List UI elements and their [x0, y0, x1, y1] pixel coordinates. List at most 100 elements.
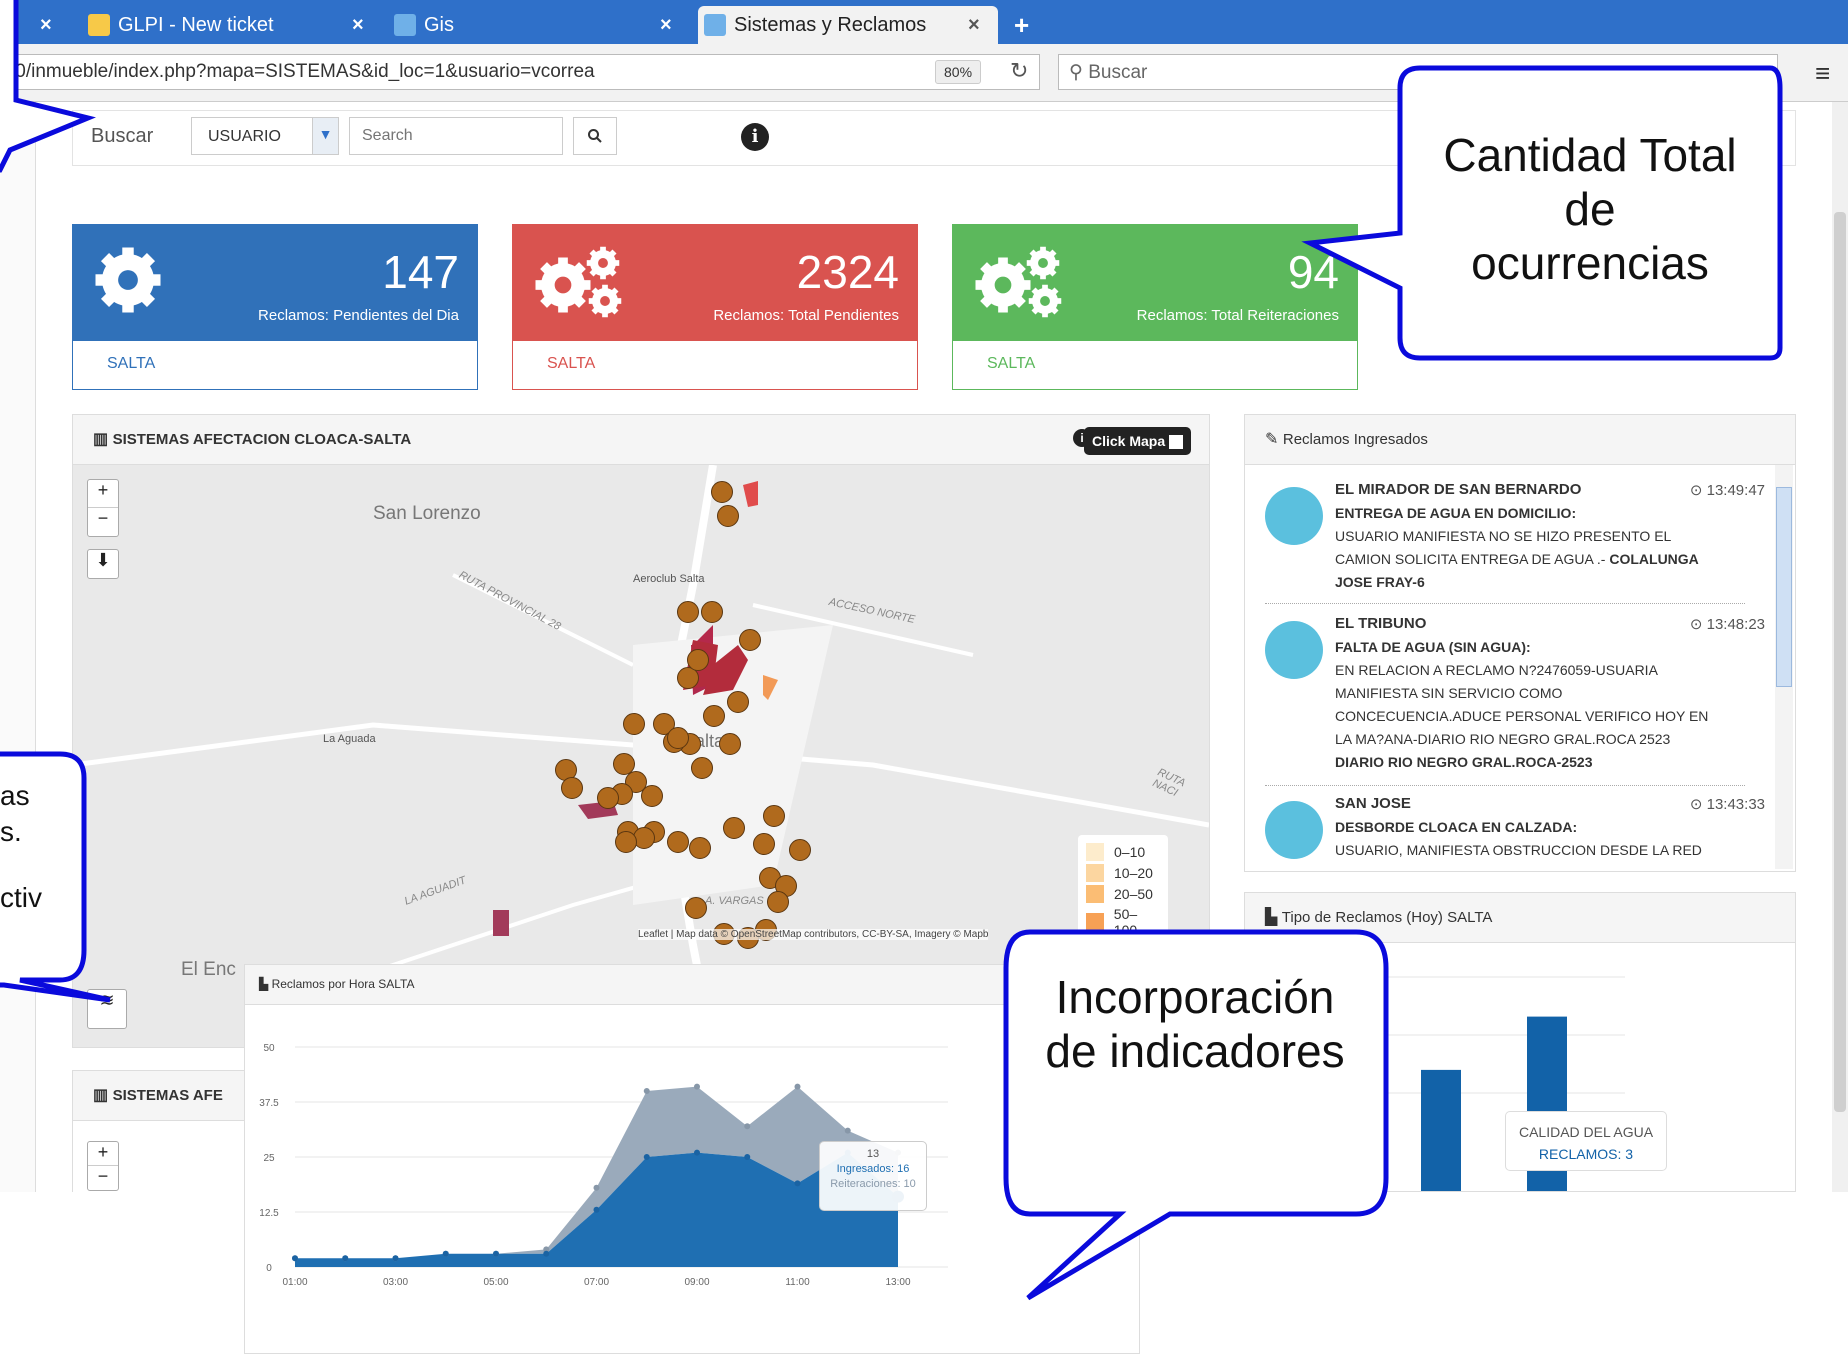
- reclamo-marker[interactable]: [703, 705, 725, 727]
- select-value: USUARIO: [208, 128, 281, 145]
- reclamo-marker[interactable]: [687, 649, 709, 671]
- tab-label: Gis: [424, 13, 454, 36]
- reclamo-marker[interactable]: [767, 891, 789, 913]
- new-tab-icon[interactable]: +: [1014, 6, 1029, 44]
- reclamo-marker[interactable]: [701, 601, 723, 623]
- y-tick-label: 25: [263, 1153, 275, 1164]
- item-type: FALTA DE AGUA (SIN AGUA):: [1335, 639, 1531, 655]
- x-tick-label: 09:00: [684, 1277, 709, 1288]
- left-sidebar-strip: [0, 102, 36, 1192]
- data-point: [292, 1255, 298, 1262]
- item-line: EN RELACION A RECLAMO N?2476059-USUARIA: [1335, 662, 1658, 678]
- clock-icon: ⊙: [1689, 796, 1707, 813]
- comments-icon: ✎: [1265, 431, 1283, 448]
- reclamo-marker[interactable]: [727, 691, 749, 713]
- reclamo-marker[interactable]: [615, 831, 637, 853]
- zoom-level[interactable]: 80%: [935, 60, 982, 84]
- close-icon[interactable]: ×: [660, 14, 672, 37]
- data-point: [744, 1154, 751, 1160]
- download-icon[interactable]: ⬇: [87, 549, 119, 579]
- reclamo-marker[interactable]: [711, 481, 733, 503]
- list-scrollbar[interactable]: [1775, 465, 1793, 869]
- reclamo-marker[interactable]: [719, 733, 741, 755]
- browser-tab-bar: × GLPI - New ticket × Gis × Sistemas y R…: [0, 0, 1848, 44]
- time-text: 13:49:47: [1706, 482, 1765, 499]
- reclamo-marker[interactable]: [685, 897, 707, 919]
- item-type: ENTREGA DE AGUA EN DOMICILIO:: [1335, 505, 1577, 521]
- gear-icon: [95, 247, 161, 313]
- address-bar[interactable]: .0/inmueble/index.php?mapa=SISTEMAS&id_l…: [0, 54, 1040, 90]
- magnifier-icon: ⚲: [1069, 62, 1089, 83]
- reclamo-marker[interactable]: [561, 777, 583, 799]
- item-line-text: CAMION SOLICITA ENTREGA DE AGUA .-: [1335, 551, 1606, 567]
- tab-sistemas-reclamos[interactable]: Sistemas y Reclamos ×: [698, 6, 998, 44]
- zoom-in-button[interactable]: +: [88, 1142, 118, 1166]
- x-tick-label: 07:00: [584, 1277, 609, 1288]
- reclamo-marker[interactable]: [597, 787, 619, 809]
- item-title: SAN JOSE: [1335, 795, 1411, 812]
- zoom-out-button[interactable]: −: [88, 508, 118, 529]
- bar[interactable]: [1421, 1069, 1461, 1191]
- kpi-total-reiteraciones[interactable]: 94 Reclamos: Total Reiteraciones SALTA: [952, 224, 1358, 390]
- y-tick-label: 0: [266, 1263, 272, 1274]
- user-type-select[interactable]: USUARIO ▼: [191, 117, 339, 155]
- item-line: LA MA?ANA-DIARIO RIO NEGRO GRAL.ROCA 252…: [1335, 731, 1671, 747]
- reclamo-marker[interactable]: [717, 505, 739, 527]
- data-point: [694, 1149, 700, 1156]
- panel-header: ▥ SISTEMAS AFECTACION CLOACA-SALTA i Cli…: [73, 415, 1209, 465]
- close-icon[interactable]: ×: [352, 14, 364, 37]
- list-item[interactable]: EL MIRADOR DE SAN BERNARDO ⊙ 13:49:47 EN…: [1265, 481, 1765, 591]
- search-icon: [588, 129, 602, 143]
- reclamo-marker[interactable]: [641, 785, 663, 807]
- close-icon[interactable]: ×: [968, 14, 980, 37]
- kpi-total-pendientes[interactable]: 2324 Reclamos: Total Pendientes SALTA: [512, 224, 918, 390]
- click-mapa-toggle[interactable]: Click Mapa: [1083, 427, 1191, 456]
- info-icon[interactable]: i: [741, 123, 769, 151]
- kpi-footer: SALTA: [107, 355, 156, 372]
- tooltip-value: RECLAMOS: 3: [1538, 1146, 1634, 1162]
- kpi-pendientes-dia[interactable]: 147 Reclamos: Pendientes del Dia SALTA: [72, 224, 478, 390]
- gears-icon: [975, 246, 1062, 318]
- divider: [1265, 603, 1745, 604]
- tab-glpi[interactable]: GLPI - New ticket ×: [88, 6, 388, 44]
- panel-title: SISTEMAS AFE: [112, 1087, 223, 1104]
- reclamo-marker[interactable]: [691, 757, 713, 779]
- data-point: [593, 1184, 600, 1191]
- reclamo-marker[interactable]: [677, 601, 699, 623]
- time-text: 13:43:33: [1706, 796, 1765, 813]
- reclamo-marker[interactable]: [689, 837, 711, 859]
- reclamo-marker[interactable]: [753, 833, 775, 855]
- sistemas-favicon-icon: [704, 14, 726, 36]
- reclamo-marker[interactable]: [723, 817, 745, 839]
- data-point: [342, 1255, 349, 1262]
- item-line: USUARIO MANIFIESTA NO SE HIZO PRESENTO E…: [1335, 528, 1672, 544]
- reclamo-marker[interactable]: [623, 713, 645, 735]
- data-point: [493, 1250, 499, 1257]
- reclamo-marker[interactable]: [763, 805, 785, 827]
- avatar: [1265, 801, 1323, 859]
- checkbox-icon[interactable]: [1169, 435, 1183, 450]
- reclamo-marker[interactable]: [667, 831, 689, 853]
- reclamo-marker[interactable]: [739, 629, 761, 651]
- search-label: Buscar: [91, 125, 154, 147]
- map-icon: ▥: [93, 431, 113, 448]
- x-tick-label: 05:00: [483, 1277, 508, 1288]
- chevron-down-icon[interactable]: ▼: [312, 118, 338, 154]
- clock-icon: ⊙: [1689, 482, 1707, 499]
- tab-gis[interactable]: Gis ×: [394, 6, 694, 44]
- reload-icon[interactable]: ↻: [1010, 58, 1028, 84]
- legend-row: 10–20: [1086, 864, 1160, 882]
- search-input[interactable]: [349, 117, 563, 155]
- zoom-in-button[interactable]: +: [88, 480, 118, 508]
- list-item[interactable]: SAN JOSE ⊙ 13:43:33 DESBORDE CLOACA EN C…: [1265, 795, 1765, 865]
- data-point: [392, 1255, 399, 1262]
- search-button[interactable]: [573, 117, 617, 155]
- list-item[interactable]: EL TRIBUNO ⊙ 13:48:23 FALTA DE AGUA (SIN…: [1265, 615, 1765, 775]
- data-point: [442, 1250, 449, 1257]
- reclamo-marker[interactable]: [789, 839, 811, 861]
- zoom-out-button[interactable]: −: [88, 1166, 118, 1187]
- reclamo-marker[interactable]: [667, 727, 689, 749]
- item-time: ⊙ 13:48:23: [1690, 615, 1765, 633]
- legend-row: 20–50: [1086, 885, 1160, 903]
- scrollbar-thumb[interactable]: [1776, 487, 1792, 687]
